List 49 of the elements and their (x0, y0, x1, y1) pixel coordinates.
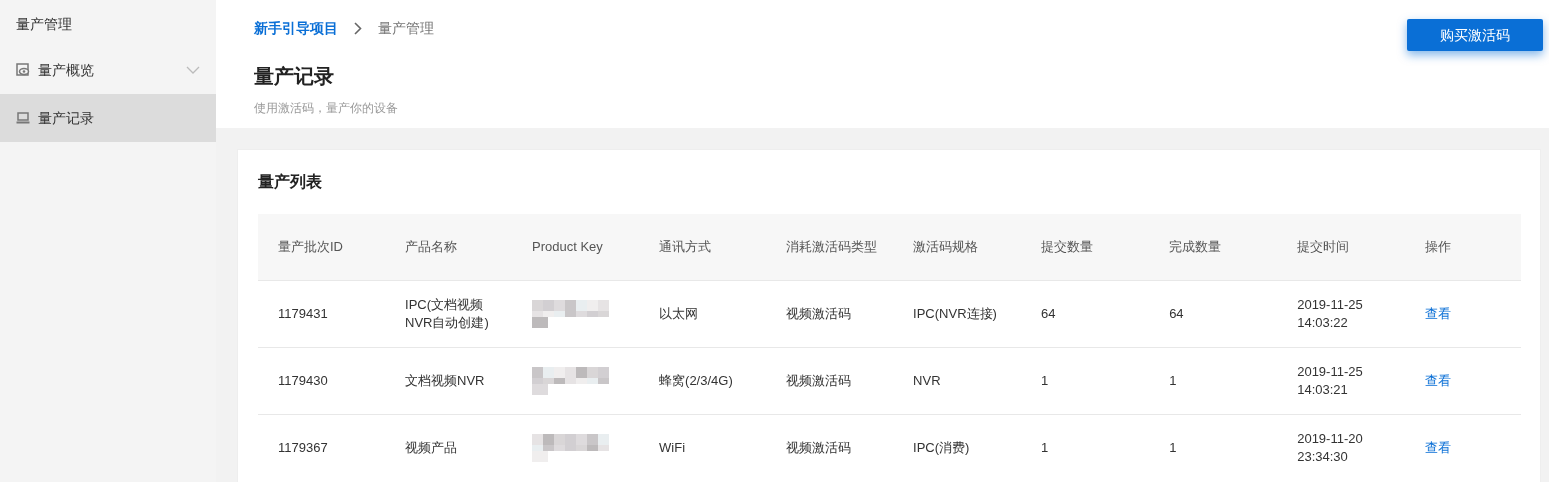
column-header: 激活码规格 (893, 214, 1022, 280)
table-cell: WiFi (639, 414, 767, 481)
table-cell: 64 (1149, 280, 1278, 347)
page-title: 量产记录 (254, 64, 335, 89)
table-cell: 视频激活码 (766, 280, 894, 347)
sidebar-item[interactable]: 量产概览 (0, 46, 216, 94)
sidebar-item[interactable]: 量产记录 (0, 94, 216, 142)
laptop-icon (16, 111, 30, 125)
eye-icon (16, 63, 30, 77)
column-header: 产品名称 (385, 214, 513, 280)
sidebar-title: 量产管理 (15, 15, 73, 34)
table-cell: IPC(文档视频NVR自动创建) (385, 280, 513, 347)
table-cell: IPC(消费) (893, 414, 1022, 481)
view-link[interactable]: 查看 (1425, 439, 1452, 455)
breadcrumb-current: 量产管理 (378, 19, 434, 38)
table-cell: 2019-11-25 14:03:21 (1277, 347, 1406, 414)
buy-button[interactable]: 购买激活码 (1407, 19, 1543, 51)
table-cell: 1179367 (258, 414, 385, 481)
column-header: 提交时间 (1277, 214, 1406, 280)
table-cell: IPC(NVR连接) (893, 280, 1022, 347)
table-cell: 1 (1149, 414, 1278, 481)
card-title: 量产列表 (258, 172, 323, 192)
table-cell: 蜂窝(2/3/4G) (639, 347, 767, 414)
page-subtitle: 使用激活码，量产你的设备 (254, 100, 399, 117)
table-cell: 64 (1021, 280, 1150, 347)
column-header: 操作 (1405, 214, 1521, 280)
column-header: 提交数量 (1021, 214, 1150, 280)
view-link[interactable]: 查看 (1425, 305, 1452, 321)
column-header: Product Key (512, 214, 640, 280)
table-cell: 1179430 (258, 347, 385, 414)
breadcrumb-link[interactable]: 新手引导项目 (254, 18, 338, 39)
table-cell: 文档视频NVR (385, 347, 513, 414)
table-cell: 2019-11-20 23:34:30 (1277, 414, 1406, 481)
table-cell: 视频激活码 (766, 414, 894, 481)
column-header: 量产批次ID (258, 214, 385, 280)
view-link[interactable]: 查看 (1425, 372, 1452, 388)
table-cell: 1179431 (258, 280, 385, 347)
table-cell: 1 (1149, 347, 1278, 414)
table-cell: 视频产品 (385, 414, 513, 481)
table-cell: 以太网 (639, 280, 767, 347)
table-cell: 视频激活码 (766, 347, 894, 414)
table-cell: 2019-11-25 14:03:22 (1277, 280, 1406, 347)
table-cell: 1 (1021, 347, 1150, 414)
chevron-right-icon (354, 22, 362, 35)
column-header: 完成数量 (1149, 214, 1278, 280)
table-cell: 1 (1021, 414, 1150, 481)
table-cell: NVR (893, 347, 1022, 414)
column-header: 消耗激活码类型 (766, 214, 894, 280)
column-header: 通讯方式 (639, 214, 767, 280)
